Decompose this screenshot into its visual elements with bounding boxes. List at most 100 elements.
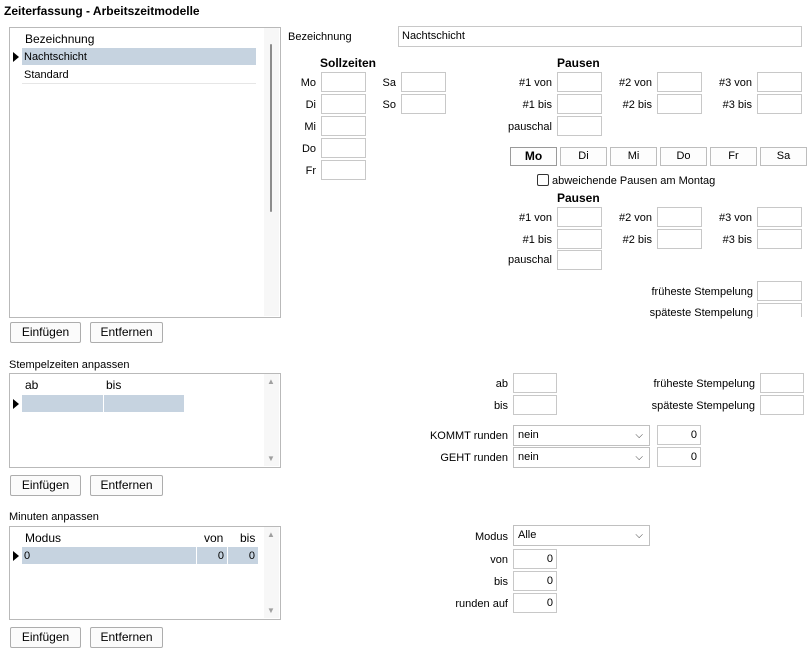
pause2-von-label: #2 von (618, 77, 652, 89)
stempel-scrollbar[interactable] (264, 374, 279, 466)
stempel-section-label: Stempelzeiten anpassen (9, 359, 130, 371)
minuten-add-button[interactable]: Einfügen (10, 627, 81, 648)
pause1-bis-label: #1 bis (522, 99, 552, 111)
modus-value: Alle (518, 529, 537, 541)
stempel-grid: ab bis ▲ ▼ (9, 373, 281, 468)
stempel-bis-input[interactable] (513, 395, 557, 415)
dpause3-bis-input[interactable] (757, 229, 802, 249)
tab-do[interactable]: Do (660, 147, 707, 166)
spaete-stempelung-input[interactable] (757, 303, 802, 317)
stempel-header-ab: ab (25, 378, 39, 392)
row-indicator-icon (13, 399, 19, 409)
minuten-grid: Modus von bis 0 0 0 ▲ ▼ (9, 526, 281, 620)
cell-divider (227, 547, 228, 564)
soll-di-input[interactable] (321, 94, 366, 114)
day-label-do: Do (301, 143, 316, 155)
soll-sa-input[interactable] (401, 72, 446, 92)
dpauschal-label: pauschal (507, 254, 552, 266)
minuten-header-bis: bis (240, 531, 256, 545)
model-row-nachtschicht[interactable]: Nachtschicht (24, 50, 87, 64)
chevron-down-icon: ⌵ (635, 430, 643, 441)
abweichend-label: abweichende Pausen am Montag (552, 175, 716, 187)
tab-sa[interactable]: Sa (760, 147, 807, 166)
models-scroll-thumb[interactable] (270, 44, 272, 212)
pause2-bis-label: #2 bis (622, 99, 652, 111)
pauschal-label: pauschal (507, 121, 552, 133)
minuten-row-modus[interactable]: 0 (24, 549, 30, 563)
scroll-down-icon[interactable]: ▼ (267, 454, 275, 463)
scroll-down-icon[interactable]: ▼ (267, 606, 275, 615)
row-divider (22, 83, 256, 84)
scroll-up-icon[interactable]: ▲ (267, 377, 275, 386)
models-remove-button[interactable]: Entfernen (90, 322, 163, 343)
pause3-bis-input[interactable] (757, 94, 802, 114)
soll-so-input[interactable] (401, 94, 446, 114)
chevron-down-icon: ⌵ (635, 530, 643, 541)
stempel-remove-button[interactable]: Entfernen (90, 475, 163, 496)
dpauschal-input[interactable] (557, 250, 602, 270)
soll-mo-input[interactable] (321, 72, 366, 92)
sollzeiten-title: Sollzeiten (320, 56, 377, 70)
kommt-runden-label: KOMMT runden (429, 430, 508, 442)
stempel-bis-label: bis (493, 400, 508, 412)
model-row-standard[interactable]: Standard (24, 68, 69, 82)
kommt-runden-number[interactable]: 0 (657, 425, 701, 445)
scroll-up-icon[interactable]: ▲ (267, 530, 275, 539)
pauschal-input[interactable] (557, 116, 602, 136)
geht-runden-label: GEHT runden (440, 452, 508, 464)
minuten-row-bis[interactable]: 0 (230, 549, 255, 563)
soll-mi-input[interactable] (321, 116, 366, 136)
modus-select[interactable]: Alle ⌵ (513, 525, 650, 546)
dpause3-von-input[interactable] (757, 207, 802, 227)
fruehe-stempelung-input[interactable] (757, 281, 802, 301)
stempel-fruehe-input[interactable] (760, 373, 804, 393)
pausen-title-top: Pausen (557, 56, 600, 70)
runden-auf-label: runden auf (455, 598, 508, 610)
models-header-bezeichnung: Bezeichnung (25, 32, 95, 46)
day-label-fr: Fr (305, 165, 316, 177)
tab-fr[interactable]: Fr (710, 147, 757, 166)
day-label-sa: Sa (382, 77, 396, 89)
models-grid: Bezeichnung Nachtschicht Standard (9, 27, 281, 318)
kommt-runden-select[interactable]: nein ⌵ (513, 425, 650, 446)
minuten-bis-label: bis (493, 576, 508, 588)
stempel-header-bis: bis (106, 378, 122, 392)
dpause1-bis-label: #1 bis (522, 234, 552, 246)
pause3-von-input[interactable] (757, 72, 802, 92)
soll-do-input[interactable] (321, 138, 366, 158)
bezeichnung-input[interactable]: Nachtschicht (398, 26, 802, 47)
stempel-spaete-label: späteste Stempelung (651, 400, 755, 412)
minuten-von-input[interactable]: 0 (513, 549, 557, 569)
geht-runden-select[interactable]: nein ⌵ (513, 447, 650, 468)
minuten-header-von: von (204, 531, 224, 545)
dpause1-von-label: #1 von (518, 212, 552, 224)
minuten-bis-input[interactable]: 0 (513, 571, 557, 591)
tab-mi[interactable]: Mi (610, 147, 657, 166)
minuten-row-von[interactable]: 0 (200, 549, 224, 563)
day-label-mi: Mi (304, 121, 316, 133)
cell-divider (196, 547, 197, 564)
minuten-header-modus: Modus (25, 531, 62, 545)
cell-divider (103, 395, 104, 412)
stempel-add-button[interactable]: Einfügen (10, 475, 81, 496)
geht-runden-number[interactable]: 0 (657, 447, 701, 467)
models-add-button[interactable]: Einfügen (10, 322, 81, 343)
stempel-spaete-input[interactable] (760, 395, 804, 415)
pause3-von-label: #3 von (718, 77, 752, 89)
dpause2-von-label: #2 von (618, 212, 652, 224)
window-title: Zeiterfassung - Arbeitszeitmodelle (4, 4, 200, 18)
minuten-remove-button[interactable]: Entfernen (90, 627, 163, 648)
tab-di[interactable]: Di (560, 147, 607, 166)
minuten-section-label: Minuten anpassen (9, 511, 99, 523)
minuten-scrollbar[interactable] (264, 527, 279, 618)
abweichend-checkbox[interactable] (537, 174, 549, 186)
dpause3-bis-label: #3 bis (722, 234, 752, 246)
bezeichnung-label: Bezeichnung (288, 31, 352, 43)
stempel-ab-input[interactable] (513, 373, 557, 393)
pause1-von-label: #1 von (518, 77, 552, 89)
soll-fr-input[interactable] (321, 160, 366, 180)
row-indicator-icon (13, 551, 19, 561)
pausen-title-day: Pausen (557, 191, 600, 205)
runden-auf-input[interactable]: 0 (513, 593, 557, 613)
tab-mo[interactable]: Mo (510, 147, 557, 166)
